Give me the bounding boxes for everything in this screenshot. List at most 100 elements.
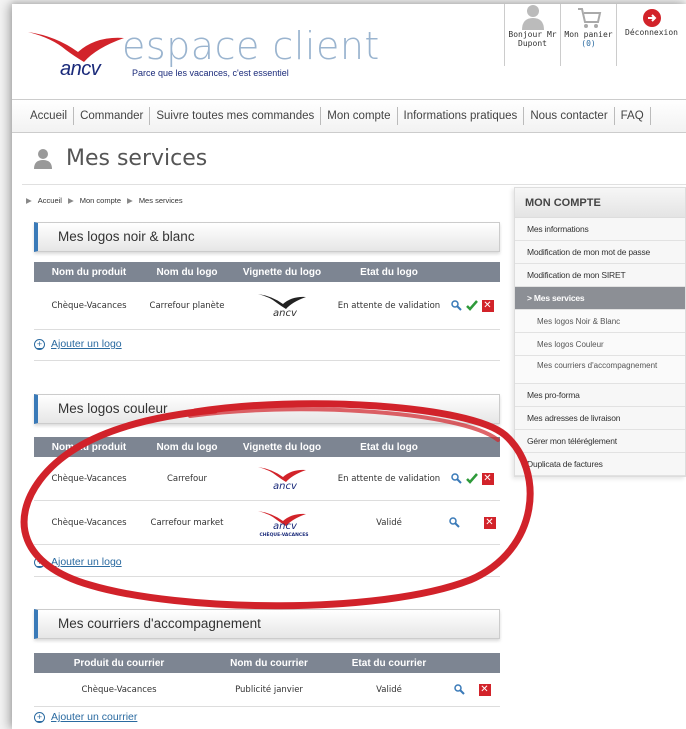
cell-product: Chèque-Vacances bbox=[81, 684, 157, 695]
add-courrier-link[interactable]: + Ajouter un courrier bbox=[34, 711, 137, 723]
side-item-duplicata[interactable]: Duplicata de factures bbox=[515, 453, 685, 476]
header: ancv espace client Parce que les vacance… bbox=[12, 4, 686, 94]
breadcrumb-arrow-icon: ▶ bbox=[67, 196, 74, 205]
add-courrier-text[interactable]: Ajouter un courrier bbox=[51, 711, 137, 723]
logo-thumbnail-text: ancv bbox=[273, 520, 297, 532]
logo-thumbnail-text: ancv bbox=[273, 307, 297, 319]
cell-logo-name: Carrefour market bbox=[150, 517, 224, 528]
cell-state: Validé bbox=[376, 684, 402, 695]
search-icon[interactable] bbox=[448, 517, 460, 528]
main-nav: Accueil Commander Suivre toutes mes comm… bbox=[12, 99, 686, 133]
nav-suivre-commandes[interactable]: Suivre toutes mes commandes bbox=[150, 107, 322, 125]
cell-state: En attente de validation bbox=[337, 300, 441, 311]
table-row: Chèque-Vacances Carrefour ancv En attent… bbox=[34, 457, 500, 501]
side-item-siret[interactable]: Modification de mon SIRET bbox=[515, 264, 685, 287]
side-item-mot-de-passe[interactable]: Modification de mon mot de passe bbox=[515, 241, 685, 264]
cell-logo-name: Carrefour planète bbox=[149, 300, 225, 311]
col-produit-courrier: Produit du courrier bbox=[73, 657, 165, 669]
section-courriers-title: Mes courriers d'accompagnement bbox=[34, 609, 500, 639]
logout-label: Déconnexion bbox=[625, 28, 678, 37]
section-logos-couleur-title: Mes logos couleur bbox=[34, 394, 500, 424]
brand-tagline: Parce que les vacances, c'est essentiel bbox=[132, 68, 289, 78]
side-item-telereglement[interactable]: Gérer mon téléréglement bbox=[515, 430, 685, 453]
brand-title: espace client bbox=[122, 24, 380, 68]
side-item-pro-forma[interactable]: Mes pro-forma bbox=[515, 384, 685, 407]
user-avatar-icon bbox=[521, 5, 544, 30]
col-nom-logo: Nom du logo bbox=[156, 441, 218, 453]
col-nom-produit: Nom du produit bbox=[51, 441, 127, 453]
side-item-adresses[interactable]: Mes adresses de livraison bbox=[515, 407, 685, 430]
add-logo-nb-link[interactable]: + Ajouter un logo bbox=[34, 338, 122, 350]
cart-count: (0) bbox=[581, 39, 596, 48]
col-vignette: Vignette du logo bbox=[242, 441, 322, 453]
cell-state: Validé bbox=[376, 517, 402, 528]
col-nom-courrier: Nom du courrier bbox=[230, 657, 308, 669]
breadcrumb-arrow-icon: ▶ bbox=[26, 196, 32, 205]
breadcrumb-accueil[interactable]: Accueil bbox=[38, 196, 62, 205]
page-title-text: Mes services bbox=[66, 146, 208, 171]
side-sub-logos-nb[interactable]: Mes logos Noir & Blanc bbox=[515, 310, 685, 333]
cell-product: Chèque-Vacances bbox=[51, 517, 127, 528]
validate-check-icon[interactable] bbox=[465, 300, 478, 311]
logo-thumbnail-text: ancv bbox=[273, 480, 297, 492]
user-icon bbox=[34, 148, 52, 169]
add-plus-icon: + bbox=[34, 556, 45, 568]
section-divider bbox=[34, 360, 500, 361]
cell-state: En attente de validation bbox=[337, 473, 441, 484]
nav-informations[interactable]: Informations pratiques bbox=[398, 107, 525, 125]
cell-product: Chèque-Vacances bbox=[51, 473, 127, 484]
cell-product: Chèque-Vacances bbox=[51, 300, 127, 311]
search-icon[interactable] bbox=[450, 473, 462, 484]
add-logo-couleur-text[interactable]: Ajouter un logo bbox=[51, 556, 122, 568]
table-row: Chèque-Vacances Carrefour market ancv CH… bbox=[34, 501, 500, 545]
breadcrumb-mon-compte[interactable]: Mon compte bbox=[80, 196, 121, 205]
side-item-mes-services[interactable]: > Mes services bbox=[515, 287, 685, 310]
cell-courrier-name: Publicité janvier bbox=[235, 684, 303, 695]
nav-accueil[interactable]: Accueil bbox=[24, 107, 75, 125]
logout-icon bbox=[642, 9, 661, 27]
nav-contact[interactable]: Nous contacter bbox=[524, 107, 615, 125]
table-row: Chèque-Vacances Carrefour planète ancv E… bbox=[34, 282, 500, 330]
search-icon[interactable] bbox=[453, 684, 465, 695]
validate-check-icon[interactable] bbox=[465, 473, 478, 484]
logos-couleur-table-header: Nom du produit Nom du logo Vignette du l… bbox=[34, 437, 500, 457]
user-greeting[interactable]: Bonjour Mr Dupont bbox=[504, 4, 560, 66]
cart-icon bbox=[577, 8, 601, 28]
cart-label: Mon panier bbox=[564, 30, 613, 39]
side-sub-logos-couleur[interactable]: Mes logos Couleur bbox=[515, 333, 685, 356]
side-item-informations[interactable]: Mes informations bbox=[515, 218, 685, 241]
breadcrumb-mes-services: Mes services bbox=[138, 196, 183, 205]
nav-commander[interactable]: Commander bbox=[74, 107, 151, 125]
section-divider bbox=[34, 576, 500, 577]
delete-icon[interactable]: ✕ bbox=[481, 299, 494, 312]
side-sub-courriers[interactable]: Mes courriers d'accompagnement bbox=[515, 356, 685, 384]
add-logo-nb-text[interactable]: Ajouter un logo bbox=[51, 338, 122, 350]
add-logo-couleur-link[interactable]: + Ajouter un logo bbox=[34, 556, 122, 568]
nav-mon-compte[interactable]: Mon compte bbox=[321, 107, 398, 125]
delete-icon[interactable]: ✕ bbox=[483, 516, 496, 529]
logo-thumbnail: ancv bbox=[257, 463, 307, 495]
greeting-line2: Dupont bbox=[518, 39, 547, 48]
col-etat: Etat du logo bbox=[360, 266, 418, 278]
col-etat: Etat du logo bbox=[360, 441, 418, 453]
logos-nb-table-header: Nom du produit Nom du logo Vignette du l… bbox=[34, 262, 500, 282]
logo-thumbnail-subtext: CHÈQUE-VACANCES bbox=[259, 532, 309, 538]
add-plus-icon: + bbox=[34, 338, 45, 350]
nav-faq[interactable]: FAQ bbox=[615, 107, 651, 125]
section-logos-nb-title: Mes logos noir & blanc bbox=[34, 222, 500, 252]
cart-button[interactable]: Mon panier (0) bbox=[560, 4, 616, 66]
col-nom-produit: Nom du produit bbox=[51, 266, 127, 278]
search-icon[interactable] bbox=[450, 300, 462, 311]
delete-icon[interactable]: ✕ bbox=[481, 472, 494, 485]
title-divider bbox=[22, 184, 686, 185]
logo-text: ancv bbox=[60, 58, 101, 80]
delete-icon[interactable]: ✕ bbox=[478, 683, 491, 696]
cell-logo-name: Carrefour bbox=[166, 473, 208, 484]
logo-thumbnail: ancv bbox=[257, 290, 307, 322]
add-plus-icon: + bbox=[34, 711, 45, 723]
logout-button[interactable]: Déconnexion bbox=[616, 4, 686, 66]
greeting-line1: Bonjour Mr bbox=[508, 30, 557, 39]
col-vignette: Vignette du logo bbox=[242, 266, 322, 278]
account-side-menu: MON COMPTE Mes informations Modification… bbox=[514, 187, 686, 477]
table-row: Chèque-Vacances Publicité janvier Validé… bbox=[34, 673, 500, 707]
